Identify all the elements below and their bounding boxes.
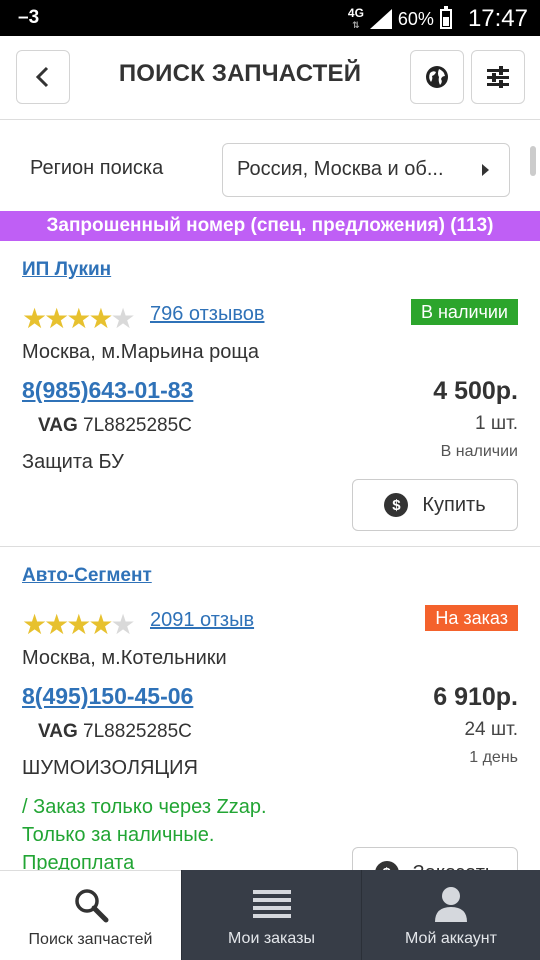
status-indicator: –3: [18, 7, 40, 28]
star-filled-icon: ★: [88, 303, 113, 334]
phone-link[interactable]: 8(495)150-45-06: [22, 683, 193, 710]
battery-icon: [439, 6, 452, 29]
region-label: Регион поиска: [30, 157, 164, 179]
scrollbar[interactable]: [530, 146, 536, 176]
page-title: ПОИСК ЗАПЧАСТЕЙ: [118, 60, 362, 87]
star-empty-icon: ★: [110, 303, 135, 334]
results-banner: Запрошенный номер (спец. предложения) (1…: [0, 211, 540, 241]
rating-stars: ★ ★ ★ ★ ★: [22, 609, 136, 640]
buy-button[interactable]: $ Купить: [352, 479, 518, 531]
seller-address: Москва, м.Марьина роща: [22, 341, 259, 363]
signal-icon: [369, 9, 392, 29]
seller-link[interactable]: ИП Лукин: [22, 259, 111, 281]
star-filled-icon: ★: [44, 303, 69, 334]
chevron-left-icon: [35, 66, 49, 88]
region-select[interactable]: Россия, Москва и об...: [222, 143, 510, 197]
globe-icon: [426, 66, 448, 88]
brand: VAG: [38, 721, 78, 742]
status-badge: На заказ: [425, 605, 518, 631]
star-empty-icon: ★: [110, 609, 135, 640]
nav-label: Поиск запчастей: [28, 931, 153, 948]
offer-note: / Заказ только через Zzap. Только за нал…: [22, 796, 267, 874]
user-icon: [435, 887, 467, 922]
filter-button[interactable]: [471, 50, 525, 104]
dollar-icon: $: [384, 493, 409, 517]
bottom-navigation: Поиск запчастей Мои заказы Мой аккаунт: [0, 870, 540, 960]
offer-card: ИП Лукин ★ ★ ★ ★ ★ 796 отзывов В наличии…: [0, 241, 540, 547]
list-icon: [252, 890, 291, 918]
status-badge: В наличии: [410, 299, 518, 325]
buy-button-label: Купить: [422, 493, 486, 516]
reviews-link[interactable]: 796 отзывов: [150, 303, 264, 326]
seller-link[interactable]: Авто-Сегмент: [22, 565, 152, 587]
nav-label: Мои заказы: [228, 930, 315, 947]
seller-address: Москва, м.Котельники: [22, 647, 227, 669]
reviews-link[interactable]: 2091 отзыв: [150, 609, 254, 632]
region-value: Россия, Москва и об...: [237, 158, 444, 180]
star-filled-icon: ★: [66, 303, 91, 334]
phone-link[interactable]: 8(985)643-01-83: [22, 377, 193, 404]
caret-right-icon: [482, 164, 489, 176]
region-globe-button[interactable]: [410, 50, 464, 104]
nav-label: Мой аккаунт: [405, 930, 497, 947]
battery-percent: 60%: [397, 8, 434, 29]
quantity: 24 шт.: [464, 719, 518, 740]
brand: VAG: [38, 415, 78, 436]
star-filled-icon: ★: [22, 303, 47, 334]
status-time: 17:47: [467, 5, 528, 32]
part-number: 7L8825285C: [83, 721, 192, 742]
quantity: 1 шт.: [475, 413, 518, 434]
price: 4 500р.: [433, 377, 518, 405]
region-row: Регион поиска Россия, Москва и об...: [0, 121, 540, 211]
rating-stars: ★ ★ ★ ★ ★: [22, 303, 136, 334]
part-description: Защита БУ: [22, 451, 124, 473]
part-info: VAG 7L8825285C: [38, 415, 192, 437]
app-header: ПОИСК ЗАПЧАСТЕЙ: [0, 36, 540, 120]
part-number: 7L8825285C: [83, 415, 192, 436]
search-icon: [74, 889, 108, 923]
part-info: VAG 7L8825285C: [38, 721, 192, 743]
star-filled-icon: ★: [66, 609, 91, 640]
availability: В наличии: [440, 443, 518, 460]
network-indicator: 4G ⇅: [347, 6, 364, 30]
nav-tab-search[interactable]: Поиск запчастей: [0, 870, 181, 960]
part-description: ШУМОИЗОЛЯЦИЯ: [22, 757, 198, 779]
star-filled-icon: ★: [88, 609, 113, 640]
nav-tab-orders[interactable]: Мои заказы: [181, 870, 361, 960]
star-filled-icon: ★: [44, 609, 69, 640]
nav-tab-account[interactable]: Мой аккаунт: [361, 870, 540, 960]
price: 6 910р.: [433, 683, 518, 711]
back-button[interactable]: [16, 50, 70, 104]
filter-sliders-icon: [487, 66, 509, 88]
status-bar: –3 4G ⇅ 60% 17:47: [0, 0, 540, 36]
availability: 1 день: [469, 749, 518, 766]
star-filled-icon: ★: [22, 609, 47, 640]
